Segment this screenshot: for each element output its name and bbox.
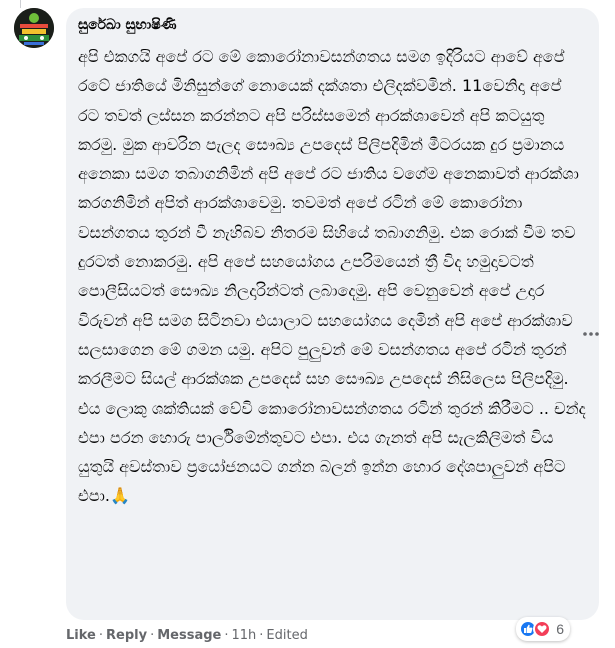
separator-dot: ·	[259, 628, 264, 643]
comment-bubble: සුරේඛා සුභාෂිණි අපි එකගයි අපේ රට මේ කොරෝ…	[66, 8, 599, 620]
comment-actions: Like · Reply · Message · 11h · Edited	[66, 628, 308, 644]
reaction-count: 6	[556, 621, 564, 637]
separator-dot: ·	[224, 628, 229, 643]
more-options-icon[interactable]	[581, 324, 601, 344]
praying-hands-icon: 🙏	[110, 486, 130, 506]
comment-author[interactable]: සුරේඛා සුභාෂිණි	[78, 16, 587, 36]
edited-label[interactable]: Edited	[266, 628, 307, 643]
separator-dot: ·	[150, 628, 155, 643]
comment-body: අපි එකගයි අපේ රට මේ කොරෝනාවසන්ගතය සමග ඉද…	[78, 42, 587, 511]
comment-text: අපි එකගයි අපේ රට මේ කොරෝනාවසන්ගතය සමග ඉද…	[78, 47, 586, 506]
avatar-image	[14, 8, 54, 48]
love-icon	[533, 620, 552, 638]
timestamp[interactable]: 11h	[231, 628, 256, 643]
separator-dot: ·	[98, 628, 103, 643]
thread-line	[20, 0, 21, 8]
reactions-summary[interactable]: 6	[516, 617, 570, 641]
reply-button[interactable]: Reply	[106, 628, 147, 643]
avatar[interactable]	[14, 8, 54, 48]
message-button[interactable]: Message	[157, 628, 221, 643]
like-button[interactable]: Like	[66, 628, 96, 643]
